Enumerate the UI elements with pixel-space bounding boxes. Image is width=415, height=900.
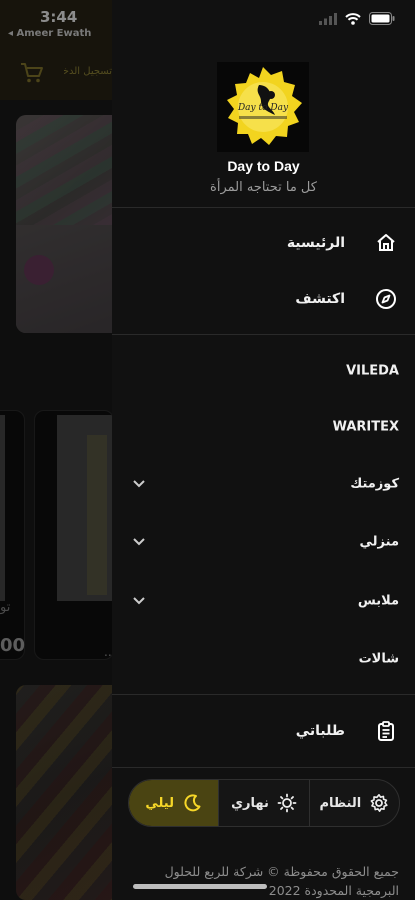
category-item-vileda[interactable]: VILEDA (112, 343, 415, 399)
store-tagline: كل ما تحتاجه المرأة (210, 180, 317, 195)
category-item-cosmetics[interactable]: كوزمتك (112, 456, 415, 512)
category-item-clothes[interactable]: ملابس (112, 573, 415, 629)
divider (112, 207, 415, 208)
divider (112, 767, 415, 768)
compass-icon (376, 289, 396, 309)
home-indicator[interactable] (133, 884, 267, 889)
nav-item-discover[interactable]: اكتشف (112, 271, 415, 327)
copyright-footer: جميع الحقوق محفوظة © شركة للربع للحلول ا… (164, 864, 399, 898)
clipboard-icon (378, 721, 394, 741)
gear-icon (370, 794, 388, 812)
sun-icon (277, 793, 297, 813)
theme-option-label: نهاري (231, 795, 269, 811)
wifi-icon (345, 12, 361, 25)
category-label: ملابس (357, 593, 399, 609)
nav-item-label: طلباتي (295, 723, 345, 739)
category-label: شالات (358, 651, 399, 667)
nav-item-label: اكتشف (295, 291, 345, 307)
category-label: WARITEX (332, 419, 399, 435)
category-item-home-goods[interactable]: منزلي (112, 514, 415, 570)
divider (112, 334, 415, 335)
category-label: VILEDA (346, 363, 399, 379)
store-logo: Day to Day (217, 62, 309, 152)
nav-item-my-orders[interactable]: طلباتي (112, 703, 415, 759)
category-label: منزلي (359, 534, 399, 550)
category-item-waritex[interactable]: WARITEX (112, 399, 415, 455)
side-drawer: Day to Day Day to Day كل ما تحتاجه المرأ… (112, 0, 415, 900)
chevron-down-icon[interactable] (132, 479, 146, 489)
battery-icon (369, 12, 395, 25)
theme-option-label: النظام (319, 795, 362, 811)
status-bar-right (319, 12, 395, 25)
nav-item-label: الرئيسية (286, 235, 345, 251)
chevron-down-icon[interactable] (132, 596, 146, 606)
category-item-shawls[interactable]: شالات (112, 631, 415, 687)
category-label: كوزمتك (350, 476, 399, 492)
moon-icon (184, 794, 201, 812)
theme-option-dark[interactable]: ليلي (129, 780, 219, 826)
drawer-scrim[interactable] (0, 0, 112, 900)
signal-icon (319, 12, 337, 25)
logo-text: Day to Day (237, 103, 289, 113)
theme-option-light[interactable]: نهاري (218, 780, 308, 826)
theme-option-label: ليلي (145, 795, 174, 811)
theme-switcher: ليلي نهاري النظام (128, 779, 400, 827)
home-icon (377, 234, 395, 251)
chevron-down-icon[interactable] (132, 537, 146, 547)
nav-item-home[interactable]: الرئيسية (112, 215, 415, 271)
theme-option-system[interactable]: النظام (308, 780, 399, 826)
store-name: Day to Day (227, 158, 300, 174)
divider (112, 694, 415, 695)
